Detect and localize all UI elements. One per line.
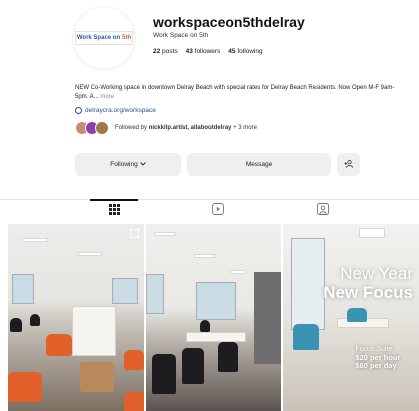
desk	[185, 332, 246, 342]
chair	[30, 314, 40, 326]
person	[199, 320, 210, 332]
tagged-icon	[317, 202, 329, 220]
window	[112, 278, 138, 304]
profile-full-name: Work Space on 5th	[153, 32, 209, 39]
tab-reels[interactable]	[211, 202, 225, 220]
profile-link-text[interactable]: delraycra.org/workspace	[85, 107, 156, 114]
ceiling-light	[153, 232, 176, 236]
chair	[293, 324, 320, 350]
following-label: Following	[110, 161, 138, 168]
logo-text: Work Space on	[76, 35, 121, 41]
profile-tabs	[0, 199, 419, 221]
link-icon	[75, 107, 82, 114]
profile-username: workspaceon5thdelray	[153, 14, 305, 30]
tab-tagged[interactable]	[316, 202, 330, 220]
pricing-day: $60 per day	[355, 361, 397, 370]
profile-actions: Following Message	[75, 153, 360, 176]
window	[291, 238, 326, 330]
profile-link[interactable]: delraycra.org/workspace	[75, 107, 156, 114]
add-user-button[interactable]	[337, 153, 360, 176]
bio-text: NEW Co-Working space in downtown Delray …	[75, 85, 395, 100]
following-stat[interactable]: 45 following	[228, 48, 262, 55]
chair	[8, 372, 42, 402]
headline-line-1: New Year	[340, 264, 414, 283]
chair	[124, 392, 144, 411]
message-label: Message	[245, 161, 273, 168]
chair	[124, 350, 144, 370]
following-button[interactable]: Following	[75, 153, 181, 176]
post-thumbnail[interactable]: New Year New Focus Focus Suite $20 per h…	[283, 224, 419, 411]
message-button[interactable]: Message	[187, 153, 331, 176]
brand-logo: Work Space on 5th	[75, 31, 133, 45]
add-user-icon	[344, 159, 353, 170]
chair	[46, 334, 72, 356]
profile-stats: 22 posts 43 followers 45 following	[153, 48, 263, 55]
desk	[72, 306, 116, 356]
ceiling-light	[78, 252, 102, 256]
window	[145, 274, 164, 314]
followed-by-row[interactable]: Followed by nickkilp.artist, allaboutdel…	[75, 121, 257, 135]
ceiling-light	[22, 238, 48, 242]
reels-icon	[212, 202, 224, 220]
window	[195, 282, 236, 320]
headline-line-2: New Focus	[323, 283, 414, 302]
chair	[347, 308, 368, 322]
posts-grid: New Year New Focus Focus Suite $20 per h…	[8, 224, 419, 411]
post-headline: New Year New Focus	[323, 264, 413, 302]
bio-more-link[interactable]: more	[100, 94, 114, 100]
post-thumbnail[interactable]	[8, 224, 144, 411]
profile-avatar[interactable]: Work Space on 5th	[72, 6, 136, 70]
active-tab-indicator	[90, 199, 138, 201]
ceiling-light	[229, 270, 246, 274]
grid-icon	[108, 202, 120, 220]
carousel-icon	[129, 229, 139, 238]
followed-by-text[interactable]: Followed by nickkilp.artist, allaboutdel…	[115, 125, 257, 131]
followers-stat[interactable]: 43 followers	[186, 48, 221, 55]
chair	[151, 354, 176, 394]
post-pricing: Focus Suite $20 per hour $60 per day	[355, 346, 400, 370]
post-thumbnail[interactable]	[145, 224, 282, 411]
mutual-followers-avatars	[75, 121, 109, 135]
posts-stat[interactable]: 22 posts	[153, 48, 178, 55]
more-options-icon[interactable]: ···	[294, 15, 304, 26]
chair	[217, 342, 238, 372]
tab-posts[interactable]	[107, 204, 121, 218]
chair	[181, 348, 204, 384]
table	[80, 362, 114, 392]
avatar	[95, 121, 109, 135]
door	[253, 272, 282, 364]
logo-text-accent: 5th	[122, 35, 132, 41]
window	[12, 274, 34, 304]
chevron-down-icon	[139, 161, 146, 168]
profile-bio: NEW Co-Working space in downtown Delray …	[75, 84, 395, 102]
ceiling-light	[193, 254, 216, 258]
chair	[10, 318, 22, 332]
ceiling-light	[359, 228, 386, 238]
profile-header: Work Space on 5th workspaceon5thdelray ·…	[0, 0, 419, 78]
